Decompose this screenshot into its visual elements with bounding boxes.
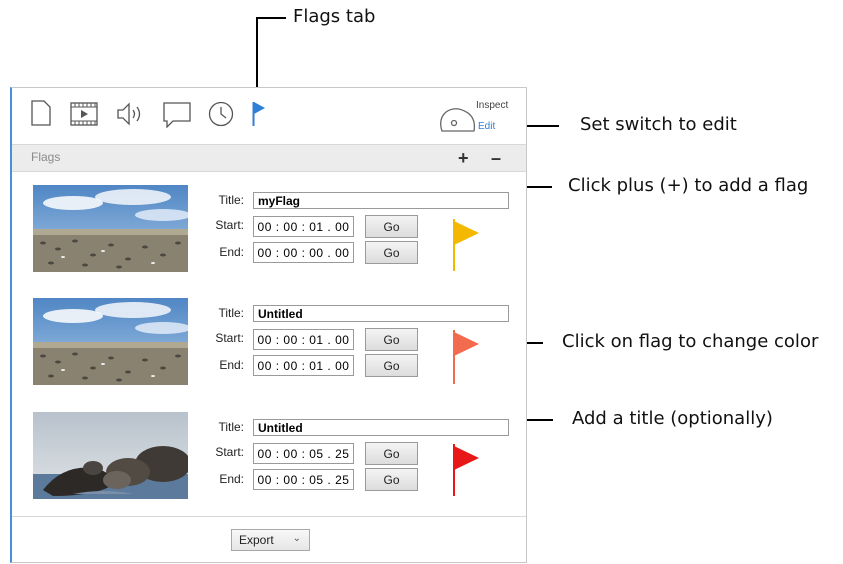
- end-time-field[interactable]: [253, 355, 354, 376]
- go-end-button[interactable]: Go: [365, 468, 418, 491]
- flag-color-icon[interactable]: [451, 444, 481, 501]
- flag-row: Title: Start: Go End: Go: [12, 185, 526, 285]
- start-time-field[interactable]: [253, 443, 354, 464]
- flags-header-bar: Flags + –: [12, 144, 526, 172]
- flags-section-title: Flags: [31, 150, 61, 164]
- comment-icon[interactable]: [163, 102, 191, 133]
- start-label: Start:: [215, 218, 244, 232]
- end-label: End:: [219, 245, 244, 259]
- end-time-field[interactable]: [253, 469, 354, 490]
- export-dropdown[interactable]: Export ⌄: [231, 529, 310, 551]
- add-flag-button[interactable]: +: [458, 145, 469, 171]
- start-time-field[interactable]: [253, 216, 354, 237]
- go-start-button[interactable]: Go: [365, 215, 418, 238]
- export-label: Export: [239, 533, 274, 547]
- thumbnail-seals-rocks[interactable]: [33, 412, 188, 499]
- chevron-down-icon: ⌄: [292, 533, 301, 544]
- flags-tab-leader-v: [256, 17, 258, 96]
- start-label: Start:: [215, 331, 244, 345]
- remove-flag-button[interactable]: –: [491, 145, 501, 171]
- inspect-label[interactable]: Inspect: [476, 100, 508, 111]
- document-icon[interactable]: [31, 100, 51, 131]
- end-label: End:: [219, 472, 244, 486]
- flag-color-icon[interactable]: [451, 219, 481, 276]
- flag-color-icon[interactable]: [451, 330, 481, 389]
- flags-panel: Inspect Edit Flags + – Title: myFlag Sta…: [10, 87, 527, 563]
- audio-icon[interactable]: [116, 102, 144, 131]
- go-start-button[interactable]: Go: [365, 442, 418, 465]
- start-time-field[interactable]: [253, 329, 354, 350]
- title-label: Title:: [218, 306, 244, 320]
- title-label: Title:: [218, 420, 244, 434]
- callout-set-switch: Set switch to edit: [580, 114, 737, 135]
- callout-flags-tab: Flags tab: [293, 6, 376, 27]
- flag-title-input[interactable]: [253, 305, 509, 322]
- go-end-button[interactable]: Go: [365, 354, 418, 377]
- edit-label[interactable]: Edit: [478, 121, 495, 132]
- inspect-edit-toggle-icon[interactable]: [438, 107, 478, 138]
- callout-click-flag: Click on flag to change color: [562, 331, 819, 352]
- callout-click-plus: Click plus (+) to add a flag: [568, 175, 809, 196]
- clock-icon[interactable]: [208, 101, 234, 132]
- end-label: End:: [219, 358, 244, 372]
- go-end-button[interactable]: Go: [365, 241, 418, 264]
- panel-footer: Export ⌄: [12, 516, 526, 562]
- flag-title-input[interactable]: [253, 192, 509, 209]
- go-start-button[interactable]: Go: [365, 328, 418, 351]
- toolbar: Inspect Edit: [12, 88, 526, 141]
- thumbnail-birds-beach[interactable]: [33, 298, 188, 385]
- end-time-field[interactable]: [253, 242, 354, 263]
- flags-tab-leader-h: [256, 17, 286, 19]
- flag-row: Title: Start: Go End: Go: [12, 412, 526, 512]
- title-label: Title:: [218, 193, 244, 207]
- callout-add-title: Add a title (optionally): [572, 408, 773, 429]
- start-label: Start:: [215, 445, 244, 459]
- flag-row: Title: Start: Go End: Go: [12, 298, 526, 398]
- flag-title-input[interactable]: [253, 419, 509, 436]
- thumbnail-birds-beach[interactable]: [33, 185, 188, 272]
- film-icon[interactable]: [70, 102, 98, 131]
- flag-tab-icon[interactable]: [252, 101, 266, 132]
